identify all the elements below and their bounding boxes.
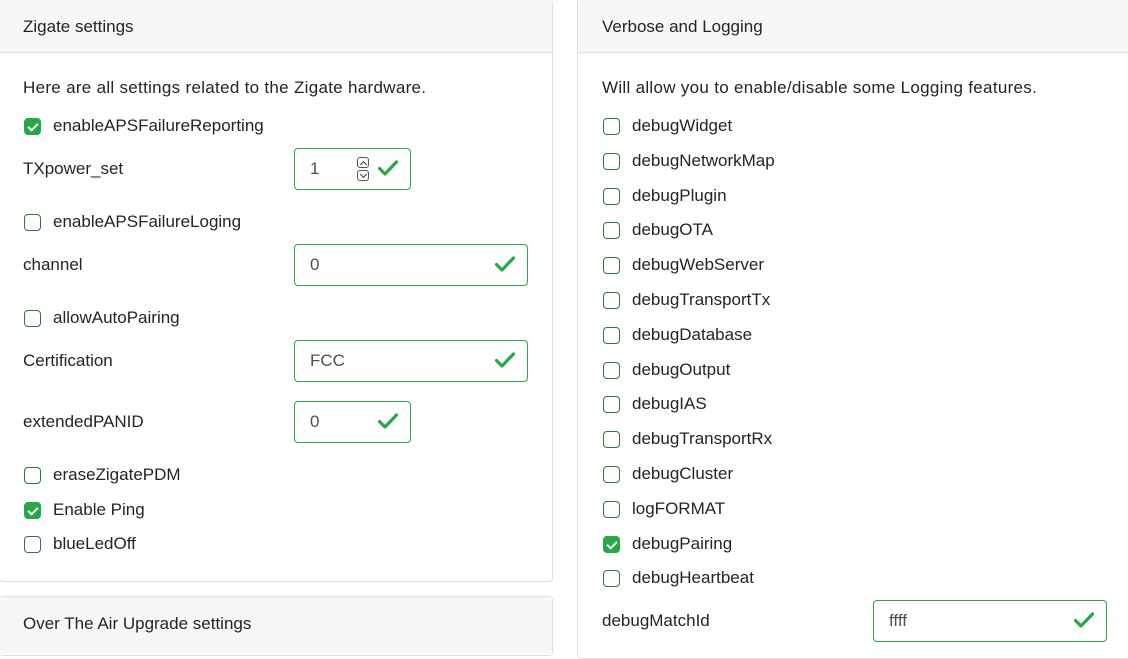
blue-led-off-label: blueLedOff bbox=[53, 534, 136, 553]
logging-option-debugoutput-row[interactable]: debugOutput bbox=[603, 359, 730, 381]
enable-ping-checkbox[interactable] bbox=[24, 501, 41, 519]
logging-option-label: debugTransportTx bbox=[632, 290, 771, 309]
check-icon bbox=[495, 352, 515, 368]
channel-label: channel bbox=[23, 255, 83, 274]
erase-zigate-pdm-label: eraseZigatePDM bbox=[53, 465, 181, 484]
logging-option-label: debugOutput bbox=[632, 360, 731, 379]
debug-match-id-input[interactable]: ffff bbox=[873, 600, 1107, 642]
certification-label: Certification bbox=[23, 351, 113, 370]
erase-zigate-pdm-checkbox-row[interactable]: eraseZigatePDM bbox=[24, 464, 181, 486]
logging-option-debugtransporttx-row[interactable]: debugTransportTx bbox=[603, 289, 770, 311]
enable-aps-failure-loging-checkbox-row[interactable]: enableAPSFailureLoging bbox=[24, 211, 241, 233]
logging-option-label: debugHeartbeat bbox=[632, 568, 754, 587]
zigate-intro: Here are all settings related to the Zig… bbox=[23, 78, 427, 97]
logging-option-debugcluster-row[interactable]: debugCluster bbox=[603, 463, 733, 485]
logging-option-label: debugCluster bbox=[632, 464, 734, 483]
logging-option-debugcluster-checkbox[interactable] bbox=[603, 465, 620, 483]
txpower-value: 1 bbox=[310, 159, 320, 178]
enable-aps-failure-reporting-checkbox-row[interactable]: enableAPSFailureReporting bbox=[24, 115, 264, 137]
logging-option-label: debugDatabase bbox=[632, 325, 753, 344]
logging-option-debugdatabase-checkbox[interactable] bbox=[603, 326, 620, 344]
logging-option-label: debugNetworkMap bbox=[632, 151, 775, 170]
logging-option-debugtransporttx-checkbox[interactable] bbox=[603, 291, 620, 309]
logging-option-label: debugOTA bbox=[632, 220, 713, 239]
logging-option-debugpairing-row[interactable]: debugPairing bbox=[603, 533, 732, 555]
logging-option-debugwebserver-row[interactable]: debugWebServer bbox=[603, 254, 764, 276]
logging-option-label: logFORMAT bbox=[632, 499, 726, 518]
logging-option-label: debugWebServer bbox=[632, 255, 764, 274]
enable-aps-failure-loging-checkbox[interactable] bbox=[24, 213, 41, 231]
channel-input[interactable]: 0 bbox=[294, 244, 528, 286]
logging-option-label: debugTransportRx bbox=[632, 429, 773, 448]
enable-aps-failure-loging-label: enableAPSFailureLoging bbox=[53, 212, 242, 231]
txpower-label: TXpower_set bbox=[23, 159, 124, 178]
logging-option-debugota-row[interactable]: debugOTA bbox=[603, 219, 713, 241]
logging-option-label: debugPlugin bbox=[632, 186, 727, 205]
logging-option-debugheartbeat-row[interactable]: debugHeartbeat bbox=[603, 567, 754, 589]
ota-settings-card: Over The Air Upgrade settings bbox=[0, 596, 553, 656]
logging-intro: Will allow you to enable/disable some Lo… bbox=[602, 78, 1038, 97]
enable-aps-failure-reporting-label: enableAPSFailureReporting bbox=[53, 116, 264, 135]
check-icon bbox=[378, 413, 398, 429]
logging-option-debugwidget-row[interactable]: debugWidget bbox=[603, 115, 732, 137]
ota-settings-header: Over The Air Upgrade settings bbox=[0, 597, 552, 653]
allow-auto-pairing-label: allowAutoPairing bbox=[53, 308, 180, 327]
chevron-up-icon[interactable] bbox=[357, 157, 369, 169]
zigate-settings-header: Zigate settings bbox=[0, 0, 552, 53]
chevron-down-icon[interactable] bbox=[357, 170, 369, 181]
blue-led-off-checkbox[interactable] bbox=[24, 535, 41, 553]
logging-option-logformat-checkbox[interactable] bbox=[603, 500, 620, 518]
logging-option-debugplugin-checkbox[interactable] bbox=[603, 187, 620, 205]
txpower-spinner[interactable] bbox=[357, 157, 371, 181]
check-icon bbox=[1074, 612, 1094, 628]
extended-panid-value: 0 bbox=[310, 412, 320, 431]
logging-option-debugdatabase-row[interactable]: debugDatabase bbox=[603, 324, 752, 346]
txpower-input[interactable]: 1 bbox=[294, 148, 411, 190]
logging-option-debugota-checkbox[interactable] bbox=[603, 221, 620, 239]
logging-option-debugoutput-checkbox[interactable] bbox=[603, 361, 620, 379]
logging-option-debugnetworkmap-checkbox[interactable] bbox=[603, 152, 620, 170]
logging-header: Verbose and Logging bbox=[578, 0, 1128, 53]
logging-option-debugtransportrx-checkbox[interactable] bbox=[603, 430, 620, 448]
erase-zigate-pdm-checkbox[interactable] bbox=[24, 466, 41, 484]
certification-input[interactable]: FCC bbox=[294, 340, 528, 382]
enable-ping-checkbox-row[interactable]: Enable Ping bbox=[24, 499, 145, 521]
logging-option-label: debugPairing bbox=[632, 534, 733, 553]
extended-panid-label: extendedPANID bbox=[23, 412, 144, 431]
logging-option-debugtransportrx-row[interactable]: debugTransportRx bbox=[603, 428, 772, 450]
debug-match-id-value: ffff bbox=[889, 611, 907, 630]
logging-option-debugias-checkbox[interactable] bbox=[603, 395, 620, 413]
logging-option-label: debugWidget bbox=[632, 116, 733, 135]
logging-option-debugpairing-checkbox[interactable] bbox=[603, 535, 620, 553]
certification-value: FCC bbox=[310, 351, 345, 370]
logging-option-debugwebserver-checkbox[interactable] bbox=[603, 256, 620, 274]
debug-match-id-label: debugMatchId bbox=[602, 611, 710, 630]
allow-auto-pairing-checkbox-row[interactable]: allowAutoPairing bbox=[24, 307, 180, 329]
logging-option-label: debugIAS bbox=[632, 394, 707, 413]
logging-option-debugheartbeat-checkbox[interactable] bbox=[603, 569, 620, 587]
logging-option-debugias-row[interactable]: debugIAS bbox=[603, 393, 707, 415]
channel-value: 0 bbox=[310, 255, 320, 274]
enable-aps-failure-reporting-checkbox[interactable] bbox=[24, 117, 41, 135]
logging-option-debugplugin-row[interactable]: debugPlugin bbox=[603, 185, 727, 207]
logging-option-logformat-row[interactable]: logFORMAT bbox=[603, 498, 725, 520]
enable-ping-label: Enable Ping bbox=[53, 500, 145, 519]
blue-led-off-checkbox-row[interactable]: blueLedOff bbox=[24, 533, 136, 555]
extended-panid-input[interactable]: 0 bbox=[294, 401, 411, 443]
allow-auto-pairing-checkbox[interactable] bbox=[24, 309, 41, 327]
logging-option-debugwidget-checkbox[interactable] bbox=[603, 117, 620, 135]
logging-option-debugnetworkmap-row[interactable]: debugNetworkMap bbox=[603, 150, 775, 172]
check-icon bbox=[495, 256, 515, 272]
check-icon bbox=[378, 160, 398, 176]
